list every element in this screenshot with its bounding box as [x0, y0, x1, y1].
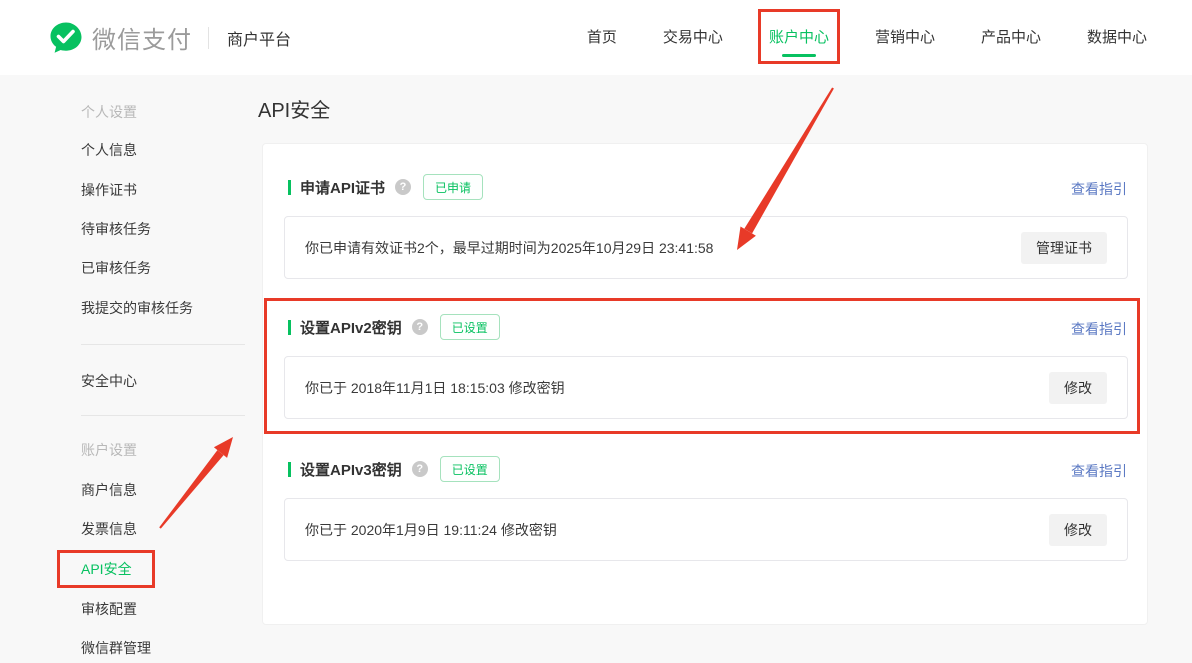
logo-text: 微信支付 [92, 20, 192, 55]
section-title: 申请API证书 [300, 177, 385, 198]
sidebar-item-wechat-group-management[interactable]: 微信群管理 [81, 640, 151, 657]
question-mark-circle-icon[interactable]: ? [412, 461, 428, 477]
section-content-box: 你已于 2018年11月1日 18:15:03 修改密钥 修改 [284, 356, 1128, 419]
sidebar-item-my-submitted-review-tasks[interactable]: 我提交的审核任务 [81, 300, 193, 317]
section-title: 设置APIv2密钥 [300, 317, 402, 338]
modify-apiv3-key-button[interactable]: 修改 [1049, 514, 1107, 546]
view-guide-link[interactable]: 查看指引 [1071, 179, 1127, 199]
sidebar-item-personal-info[interactable]: 个人信息 [81, 142, 137, 159]
top-header: 微信支付 商户平台 首页 交易中心 账户中心 营销中心 产品中心 数据中心 [0, 0, 1192, 75]
section-content-box: 你已申请有效证书2个，最早过期时间为2025年10月29日 23:41:58 管… [284, 216, 1128, 279]
apiv2-key-status-text: 你已于 2018年11月1日 18:15:03 修改密钥 [305, 378, 565, 398]
section-header: 设置APIv3密钥 ? 已设置 [288, 456, 1128, 482]
wechat-pay-merchant-platform: 微信支付 商户平台 首页 交易中心 账户中心 营销中心 产品中心 数据中心 个人… [0, 0, 1192, 663]
section-content-box: 你已于 2020年1月9日 19:11:24 修改密钥 修改 [284, 498, 1128, 561]
annotation-red-box-nav [758, 9, 840, 64]
portal-label: 商户平台 [227, 26, 291, 50]
sidebar-divider [81, 344, 245, 345]
sidebar-divider [81, 415, 245, 416]
section-accent-bar [288, 462, 291, 477]
question-mark-circle-icon[interactable]: ? [395, 179, 411, 195]
top-nav: 首页 交易中心 账户中心 营销中心 产品中心 数据中心 [587, 0, 1147, 75]
section-apiv3-key: 设置APIv3密钥 ? 已设置 查看指引 你已于 2020年1月9日 19:11… [284, 456, 1128, 561]
sidebar-item-review-config[interactable]: 审核配置 [81, 601, 137, 618]
section-accent-bar [288, 180, 291, 195]
certificate-status-text: 你已申请有效证书2个，最早过期时间为2025年10月29日 23:41:58 [305, 238, 713, 258]
manage-certificate-button[interactable]: 管理证书 [1021, 232, 1107, 264]
view-guide-link[interactable]: 查看指引 [1071, 319, 1127, 339]
sidebar-group-personal-settings: 个人设置 [81, 104, 137, 121]
page-title: API安全 [258, 94, 330, 123]
wechat-pay-logo-icon [48, 20, 84, 56]
api-security-card: 申请API证书 ? 已申请 查看指引 你已申请有效证书2个，最早过期时间为202… [262, 143, 1148, 625]
sidebar-group-account-settings: 账户设置 [81, 442, 137, 459]
apiv3-key-status-text: 你已于 2020年1月9日 19:11:24 修改密钥 [305, 520, 557, 540]
nav-item-product-center[interactable]: 产品中心 [981, 28, 1041, 48]
section-api-certificate: 申请API证书 ? 已申请 查看指引 你已申请有效证书2个，最早过期时间为202… [284, 174, 1128, 279]
brand-divider [208, 27, 209, 49]
sidebar-item-operation-certificate[interactable]: 操作证书 [81, 182, 137, 199]
nav-item-marketing-center[interactable]: 营销中心 [875, 28, 935, 48]
brand-area[interactable]: 微信支付 商户平台 [48, 0, 291, 75]
nav-item-account-center[interactable]: 账户中心 [769, 28, 829, 48]
view-guide-link[interactable]: 查看指引 [1071, 461, 1127, 481]
annotation-red-box-sidebar [57, 550, 155, 588]
sidebar-item-merchant-info[interactable]: 商户信息 [81, 482, 137, 499]
section-header: 申请API证书 ? 已申请 [288, 174, 1128, 200]
section-accent-bar [288, 320, 291, 335]
sidebar-item-pending-review-tasks[interactable]: 待审核任务 [81, 221, 151, 238]
nav-item-data-center[interactable]: 数据中心 [1087, 28, 1147, 48]
section-apiv2-key: 设置APIv2密钥 ? 已设置 查看指引 你已于 2018年11月1日 18:1… [284, 314, 1128, 419]
sidebar-item-security-center[interactable]: 安全中心 [81, 373, 137, 390]
section-header: 设置APIv2密钥 ? 已设置 [288, 314, 1128, 340]
status-badge-set: 已设置 [440, 314, 500, 340]
nav-item-transaction-center[interactable]: 交易中心 [663, 28, 723, 48]
modify-apiv2-key-button[interactable]: 修改 [1049, 372, 1107, 404]
status-badge-set: 已设置 [440, 456, 500, 482]
sidebar: 个人设置 个人信息 操作证书 待审核任务 已审核任务 我提交的审核任务 安全中心… [0, 75, 250, 663]
question-mark-circle-icon[interactable]: ? [412, 319, 428, 335]
section-title: 设置APIv3密钥 [300, 459, 402, 480]
status-badge-applied: 已申请 [423, 174, 483, 200]
sidebar-item-reviewed-tasks[interactable]: 已审核任务 [81, 260, 151, 277]
nav-item-home[interactable]: 首页 [587, 28, 617, 48]
sidebar-item-invoice-info[interactable]: 发票信息 [81, 521, 137, 538]
